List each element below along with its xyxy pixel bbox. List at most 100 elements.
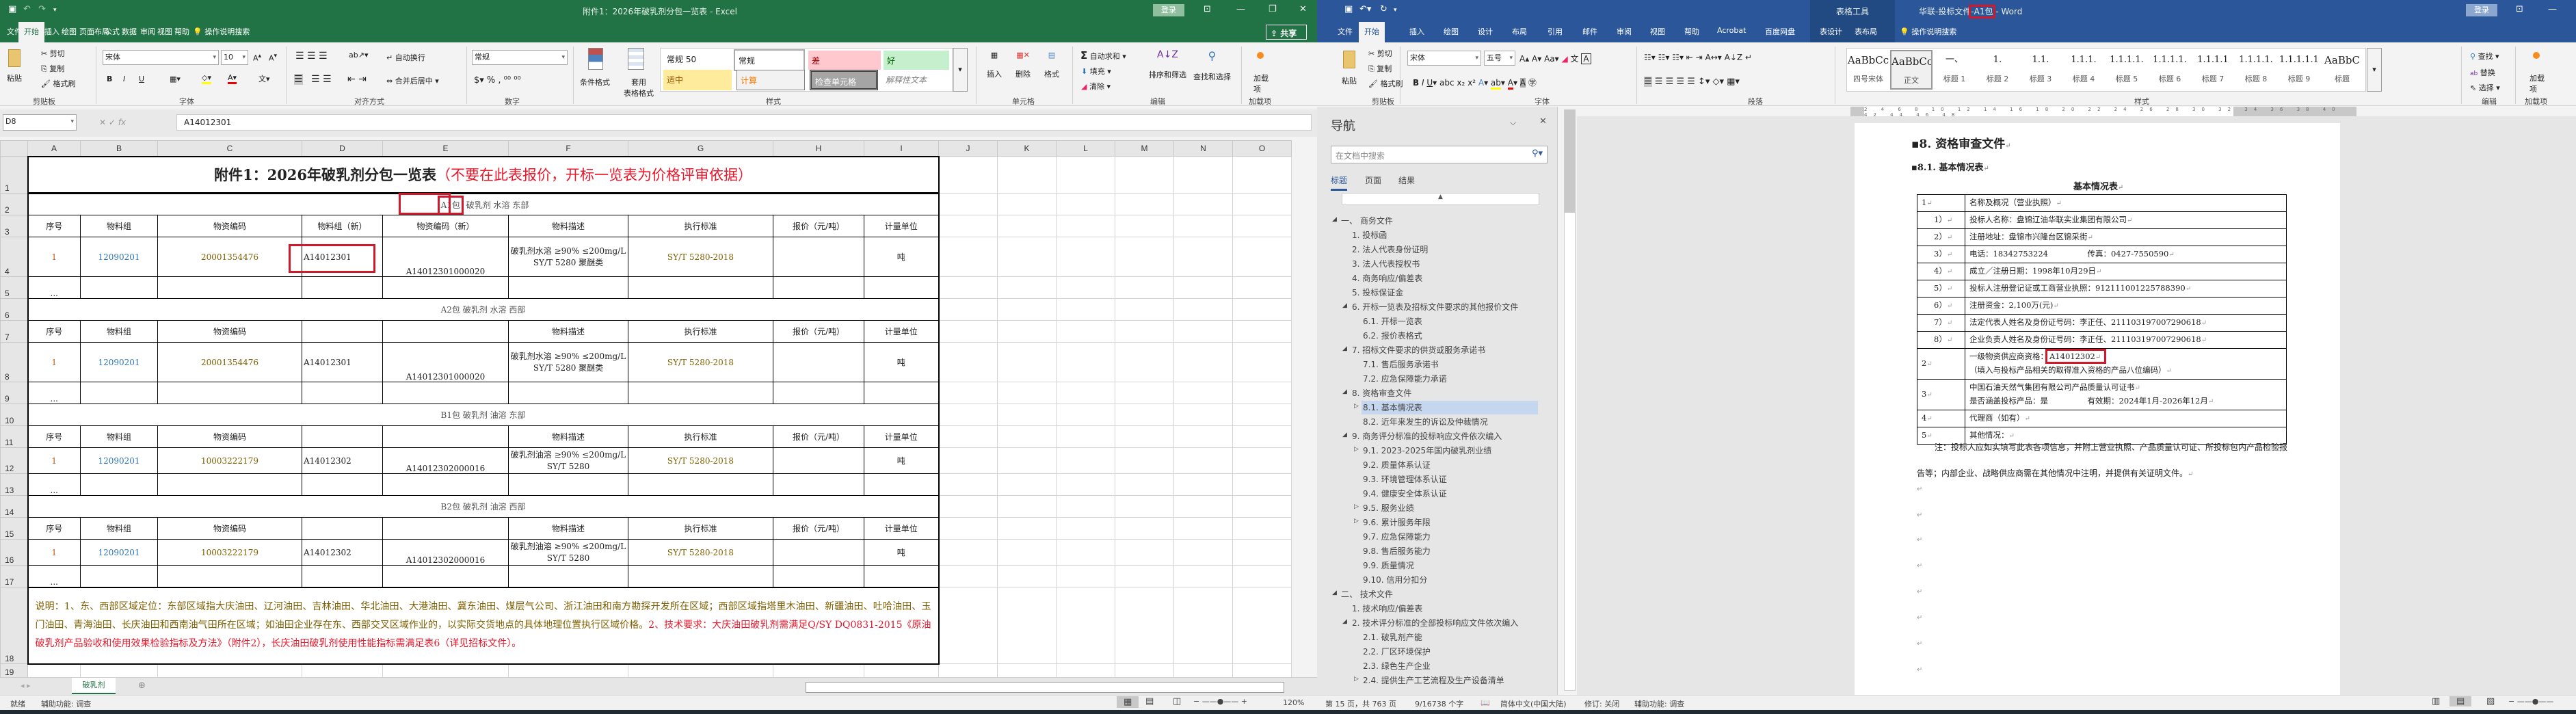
empty-cell[interactable] bbox=[80, 382, 158, 404]
data-cell[interactable]: SY/T 5280-2018 bbox=[628, 342, 773, 382]
column-heading-cell[interactable]: 执行标准 bbox=[628, 425, 773, 448]
column-header-D[interactable]: D bbox=[302, 140, 383, 157]
cell[interactable] bbox=[1056, 539, 1115, 566]
minimize-icon[interactable]: — bbox=[2548, 4, 2557, 14]
cell[interactable] bbox=[938, 320, 998, 343]
addins-icon[interactable] bbox=[2533, 52, 2540, 59]
data-cell[interactable]: 破乳剂水溶 ≥90% ≤200mg/L SY/T 5280 聚醚类 bbox=[508, 237, 628, 277]
cut-button[interactable]: ✂ 剪切 bbox=[1368, 48, 1392, 59]
nav-heading-item[interactable]: 2.3. 绿色生产企业 bbox=[1362, 659, 1431, 673]
tab-11[interactable]: Acrobat bbox=[1717, 26, 1746, 35]
select-all-corner[interactable] bbox=[0, 140, 28, 157]
cell[interactable] bbox=[1232, 565, 1292, 587]
cell[interactable] bbox=[1173, 447, 1233, 474]
style-item-6[interactable]: 1.1.1.1. 标题 5 bbox=[2106, 50, 2148, 90]
column-heading-cell[interactable]: 物料描述 bbox=[508, 215, 628, 237]
status-language[interactable]: 简体中文(中国大陆) bbox=[1500, 698, 1567, 709]
style-calculation[interactable]: 计算 bbox=[736, 70, 805, 90]
cell[interactable] bbox=[1115, 382, 1174, 404]
read-mode-icon[interactable]: ▥ bbox=[2432, 696, 2440, 706]
data-cell[interactable]: 12090201 bbox=[80, 447, 158, 474]
nav-heading-item[interactable]: 9.10. 信用分扣分 bbox=[1362, 573, 1427, 587]
cell[interactable] bbox=[1173, 215, 1233, 237]
cell[interactable] bbox=[1056, 565, 1115, 587]
nav-heading-item[interactable]: 3. 法人代表授权书 bbox=[1351, 257, 1420, 271]
cell[interactable] bbox=[1173, 382, 1233, 404]
collapse-arrow-icon[interactable]: ◢ bbox=[1332, 216, 1337, 223]
cell[interactable] bbox=[997, 539, 1057, 566]
style-bad[interactable]: 差 bbox=[808, 51, 881, 70]
nav-options-icon[interactable]: ⌵ bbox=[1510, 118, 1516, 128]
list-icons[interactable]: ☷▾ ☷▾ ☷▾ ⇤ ⇥ A↔▾ A↓Z ↵ bbox=[1644, 53, 1752, 62]
row-header[interactable]: 15 bbox=[0, 517, 28, 540]
column-heading-cell[interactable]: 报价（元/吨） bbox=[773, 425, 864, 448]
row-header[interactable]: 6 bbox=[0, 298, 28, 321]
nav-heading-item[interactable]: 2.4. 提供生产工艺流程及生产设备清单 bbox=[1362, 674, 1504, 687]
tab-8[interactable]: 视图 bbox=[157, 26, 172, 37]
tab-4[interactable]: 设计 bbox=[1478, 26, 1493, 37]
row-content[interactable]: 成立／注册日期：1998年10月29日 bbox=[1965, 263, 2287, 280]
empty-cell[interactable] bbox=[508, 276, 628, 299]
cell[interactable] bbox=[1115, 565, 1174, 587]
data-cell[interactable]: 破乳剂油溶 ≥90% ≤200mg/L SY/T 5280 bbox=[508, 539, 628, 566]
tab-5[interactable]: 公式 bbox=[105, 26, 120, 37]
column-header-F[interactable]: F bbox=[508, 140, 628, 157]
cell[interactable] bbox=[938, 587, 998, 664]
nav-scroll-up-button[interactable]: ▲ bbox=[1342, 193, 1539, 205]
cell[interactable] bbox=[1232, 473, 1292, 496]
row-content[interactable]: 企业负责人姓名及身份证号码：李正任、211103197007290618 bbox=[1965, 331, 2287, 349]
font-size-select[interactable]: 10 bbox=[221, 50, 248, 65]
tab-3[interactable]: 绘图 bbox=[1444, 26, 1459, 37]
column-heading-cell[interactable]: 物料组（新） bbox=[302, 215, 383, 237]
sort-filter-button[interactable]: A↓Z 排序和筛选 bbox=[1149, 49, 1186, 80]
format-painter-button[interactable]: 🖌 格式刷 bbox=[1368, 78, 1403, 89]
cell[interactable] bbox=[1232, 298, 1292, 321]
data-cell[interactable]: 1 bbox=[27, 237, 81, 277]
cell[interactable] bbox=[302, 663, 383, 678]
column-heading-cell[interactable] bbox=[302, 320, 383, 343]
empty-cell[interactable] bbox=[508, 382, 628, 404]
tab-3[interactable]: 绘图 bbox=[62, 26, 77, 37]
cell[interactable] bbox=[1173, 517, 1233, 540]
nav-heading-item[interactable]: 2.2. 厂区环境保护 bbox=[1362, 645, 1431, 659]
add-sheet-icon[interactable]: ⊕ bbox=[138, 680, 146, 691]
style-item-4[interactable]: 1.1. 标题 3 bbox=[2019, 50, 2062, 90]
cell[interactable] bbox=[1173, 276, 1233, 299]
cell[interactable] bbox=[1232, 193, 1292, 215]
zoom-slider[interactable]: − ——●—— + bbox=[1193, 697, 1247, 706]
tab-1[interactable]: 开始 bbox=[1359, 22, 1385, 42]
data-cell[interactable]: A14012301000020 bbox=[382, 342, 509, 382]
column-header-B[interactable]: B bbox=[80, 140, 158, 157]
ellipsis-cell[interactable]: ... bbox=[27, 382, 81, 404]
row-header[interactable]: 13 bbox=[0, 473, 28, 496]
cell[interactable] bbox=[1173, 587, 1233, 664]
column-heading-cell[interactable] bbox=[382, 517, 509, 540]
column-heading-cell[interactable]: 计量单位 bbox=[864, 425, 940, 448]
column-heading-cell[interactable]: 物资编码（新） bbox=[382, 215, 509, 237]
row-header[interactable]: 14 bbox=[0, 495, 28, 518]
column-heading-cell[interactable]: 执行标准 bbox=[628, 320, 773, 343]
column-header-N[interactable]: N bbox=[1173, 140, 1233, 157]
addins-button[interactable]: 加载项 bbox=[2529, 72, 2545, 94]
cell[interactable] bbox=[1232, 447, 1292, 474]
cell[interactable] bbox=[1173, 156, 1233, 194]
cell[interactable] bbox=[1056, 517, 1115, 540]
cell[interactable] bbox=[1115, 495, 1174, 518]
cell[interactable] bbox=[508, 663, 628, 678]
column-heading-cell[interactable]: 报价（元/吨） bbox=[773, 517, 864, 540]
tab-14[interactable]: 表布局 bbox=[1855, 26, 1877, 37]
column-header-I[interactable]: I bbox=[864, 140, 939, 157]
nav-heading-item[interactable]: 9.8. 售后服务能力 bbox=[1362, 544, 1431, 558]
cell[interactable] bbox=[1115, 156, 1174, 194]
ellipsis-cell[interactable]: ... bbox=[27, 565, 81, 587]
empty-cell[interactable] bbox=[302, 473, 383, 496]
expand-arrow-icon[interactable]: ▷ bbox=[1354, 676, 1359, 683]
cell[interactable] bbox=[1056, 156, 1115, 194]
italic-button[interactable]: I bbox=[123, 75, 125, 83]
tell-me-search[interactable]: 💡 操作说明搜索 bbox=[193, 26, 250, 37]
paste-button[interactable]: 粘贴 bbox=[7, 72, 22, 83]
tab-10[interactable]: 帮助 bbox=[1684, 26, 1699, 37]
shrink-font-icon[interactable]: A▾ bbox=[269, 52, 277, 63]
bold-button[interactable]: B bbox=[107, 75, 112, 83]
ellipsis-cell[interactable]: ... bbox=[27, 473, 81, 496]
